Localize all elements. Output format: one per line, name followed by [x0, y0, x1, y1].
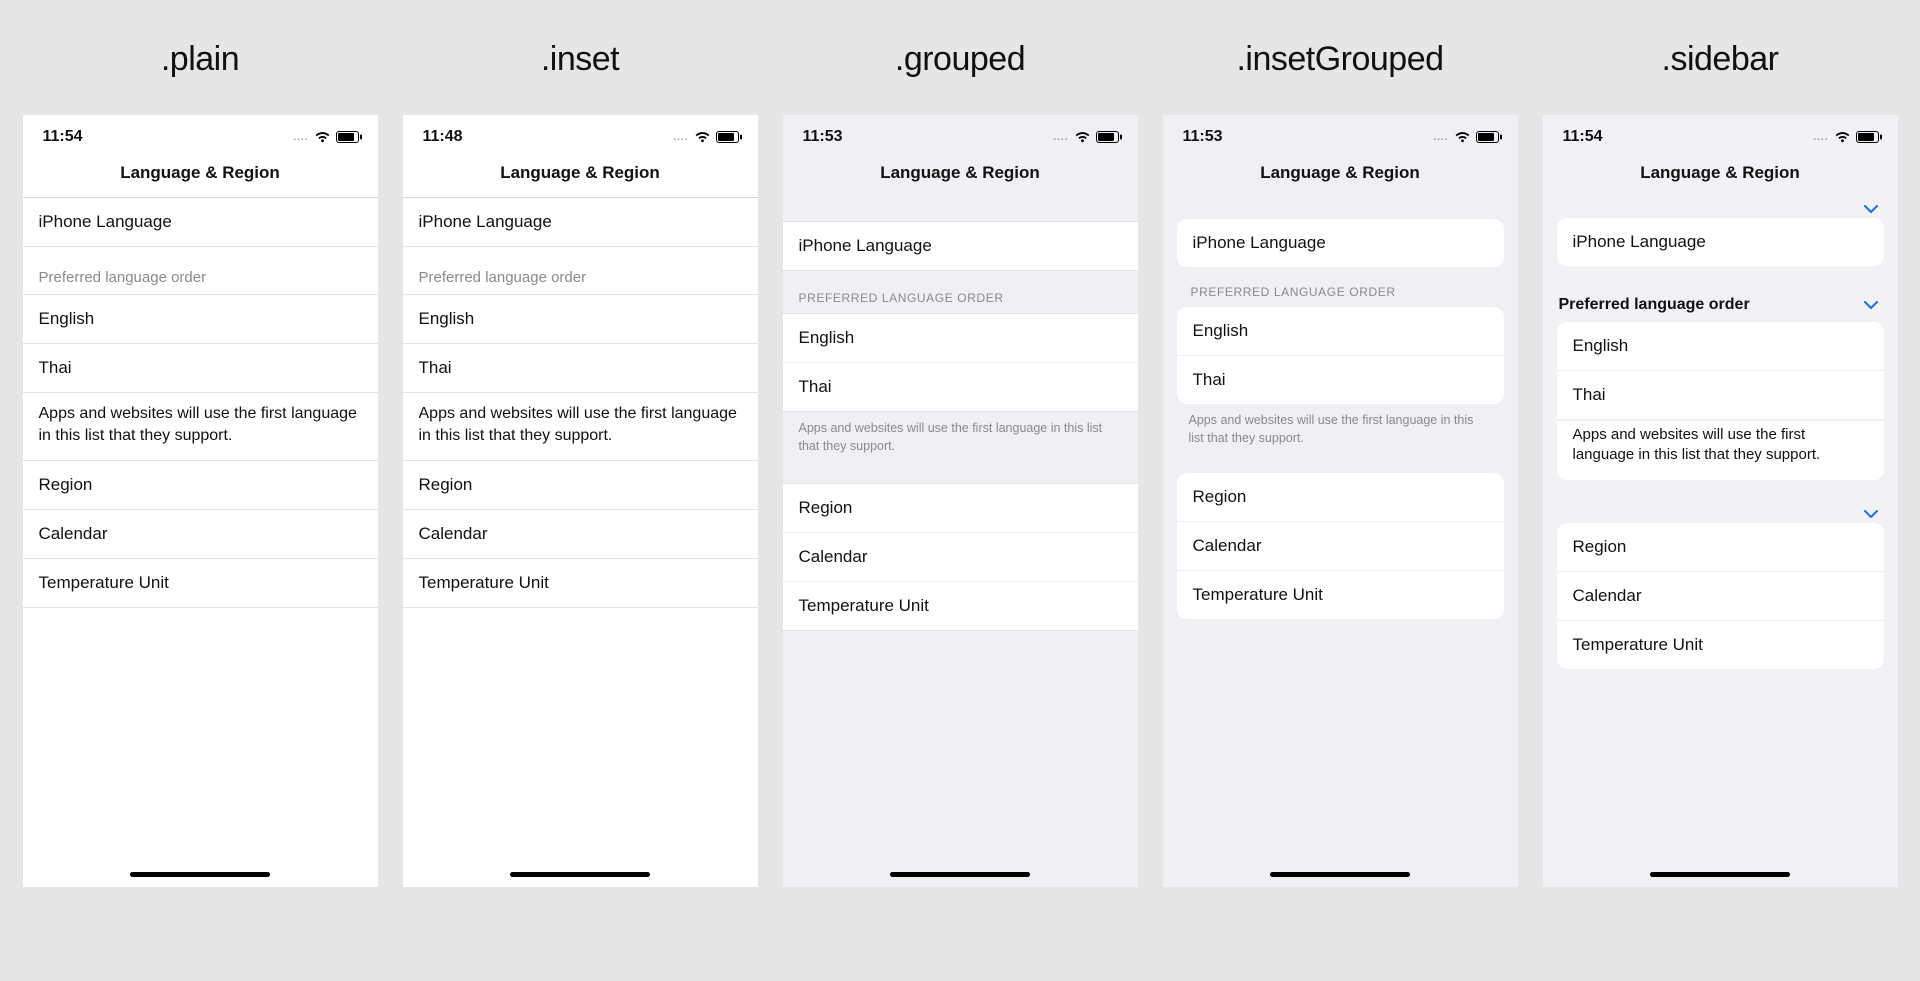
chevron-down-icon[interactable] [1864, 205, 1878, 214]
row-region[interactable]: Region [1177, 473, 1504, 522]
row-thai[interactable]: Thai [23, 344, 378, 393]
status-bar: 11:53 .... [1163, 115, 1518, 159]
style-title-insetgrouped: .insetGrouped [1236, 40, 1443, 79]
row-english[interactable]: English [783, 314, 1138, 363]
status-bar: 11:53 .... [783, 115, 1138, 159]
status-bar: 11:54 .... [1543, 115, 1898, 159]
status-bar: 11:48 .... [403, 115, 758, 159]
section-header-preferred: Preferred language order [23, 247, 378, 295]
row-english[interactable]: English [1557, 322, 1884, 371]
status-time: 11:54 [43, 128, 83, 146]
status-time: 11:48 [423, 128, 463, 146]
row-iphone-language[interactable]: iPhone Language [23, 198, 378, 247]
wifi-icon [1454, 131, 1471, 143]
section-footer-preferred: Apps and websites will use the first lan… [1557, 420, 1884, 480]
row-calendar[interactable]: Calendar [1557, 572, 1884, 621]
row-iphone-language[interactable]: iPhone Language [403, 198, 758, 247]
row-iphone-language[interactable]: iPhone Language [1177, 219, 1504, 267]
row-thai[interactable]: Thai [403, 344, 758, 393]
row-iphone-language[interactable]: iPhone Language [783, 222, 1138, 270]
row-calendar[interactable]: Calendar [783, 533, 1138, 582]
battery-icon [336, 131, 362, 143]
row-calendar[interactable]: Calendar [403, 510, 758, 559]
status-bar: 11:54 .... [23, 115, 378, 159]
row-thai[interactable]: Thai [1177, 356, 1504, 404]
cellular-icon: .... [1053, 132, 1068, 143]
home-indicator[interactable] [890, 872, 1030, 877]
page-title: Language & Region [783, 159, 1138, 197]
row-temp-unit[interactable]: Temperature Unit [1557, 621, 1884, 669]
section-header-preferred: PREFERRED LANGUAGE ORDER [1163, 267, 1518, 307]
battery-icon [1096, 131, 1122, 143]
chevron-down-icon[interactable] [1864, 301, 1878, 310]
section-footer-preferred: Apps and websites will use the first lan… [783, 412, 1138, 459]
status-time: 11:53 [1183, 128, 1223, 146]
battery-icon [1476, 131, 1502, 143]
chevron-down-icon[interactable] [1864, 510, 1878, 519]
cellular-icon: .... [1433, 132, 1448, 143]
style-title-grouped: .grouped [895, 40, 1025, 79]
page-title: Language & Region [23, 159, 378, 198]
status-time: 11:53 [803, 128, 843, 146]
row-temp-unit[interactable]: Temperature Unit [23, 559, 378, 608]
wifi-icon [314, 131, 331, 143]
row-thai[interactable]: Thai [783, 363, 1138, 411]
row-iphone-language[interactable]: iPhone Language [1557, 218, 1884, 266]
row-english[interactable]: English [23, 295, 378, 344]
home-indicator[interactable] [1270, 872, 1410, 877]
style-title-plain: .plain [161, 40, 239, 79]
section-footer-preferred: Apps and websites will use the first lan… [403, 393, 758, 461]
wifi-icon [694, 131, 711, 143]
row-region[interactable]: Region [1557, 523, 1884, 572]
page-title: Language & Region [1543, 159, 1898, 197]
cellular-icon: .... [673, 132, 688, 143]
phone-sidebar: 11:54 .... Language & Region i [1543, 115, 1898, 887]
status-time: 11:54 [1563, 128, 1603, 146]
row-region[interactable]: Region [23, 461, 378, 510]
section-header-preferred: PREFERRED LANGUAGE ORDER [783, 271, 1138, 313]
wifi-icon [1074, 131, 1091, 143]
home-indicator[interactable] [510, 872, 650, 877]
section-footer-preferred: Apps and websites will use the first lan… [23, 393, 378, 461]
row-region[interactable]: Region [403, 461, 758, 510]
phone-plain: 11:54 .... Language & Region iPhone Lang… [23, 115, 378, 887]
phone-inset: 11:48 .... Language & Region iPhone Lang… [403, 115, 758, 887]
phone-insetgrouped: 11:53 .... Language & Region iPhone Lang… [1163, 115, 1518, 887]
section-footer-preferred: Apps and websites will use the first lan… [1163, 404, 1518, 451]
section-header-preferred[interactable]: Preferred language order [1543, 288, 1898, 322]
home-indicator[interactable] [130, 872, 270, 877]
phone-grouped: 11:53 .... Language & Region iPhone Lang… [783, 115, 1138, 887]
page-title: Language & Region [403, 159, 758, 198]
row-english[interactable]: English [403, 295, 758, 344]
section-header-label: Preferred language order [1559, 296, 1750, 314]
row-temp-unit[interactable]: Temperature Unit [403, 559, 758, 608]
wifi-icon [1834, 131, 1851, 143]
row-temp-unit[interactable]: Temperature Unit [1177, 571, 1504, 619]
style-title-sidebar: .sidebar [1662, 40, 1779, 79]
cellular-icon: .... [293, 132, 308, 143]
row-region[interactable]: Region [783, 484, 1138, 533]
battery-icon [716, 131, 742, 143]
battery-icon [1856, 131, 1882, 143]
row-calendar[interactable]: Calendar [23, 510, 378, 559]
row-english[interactable]: English [1177, 307, 1504, 356]
style-title-inset: .inset [541, 40, 619, 79]
page-title: Language & Region [1163, 159, 1518, 197]
section-header-preferred: Preferred language order [403, 247, 758, 295]
row-calendar[interactable]: Calendar [1177, 522, 1504, 571]
row-temp-unit[interactable]: Temperature Unit [783, 582, 1138, 630]
cellular-icon: .... [1813, 132, 1828, 143]
row-thai[interactable]: Thai [1557, 371, 1884, 420]
home-indicator[interactable] [1650, 872, 1790, 877]
